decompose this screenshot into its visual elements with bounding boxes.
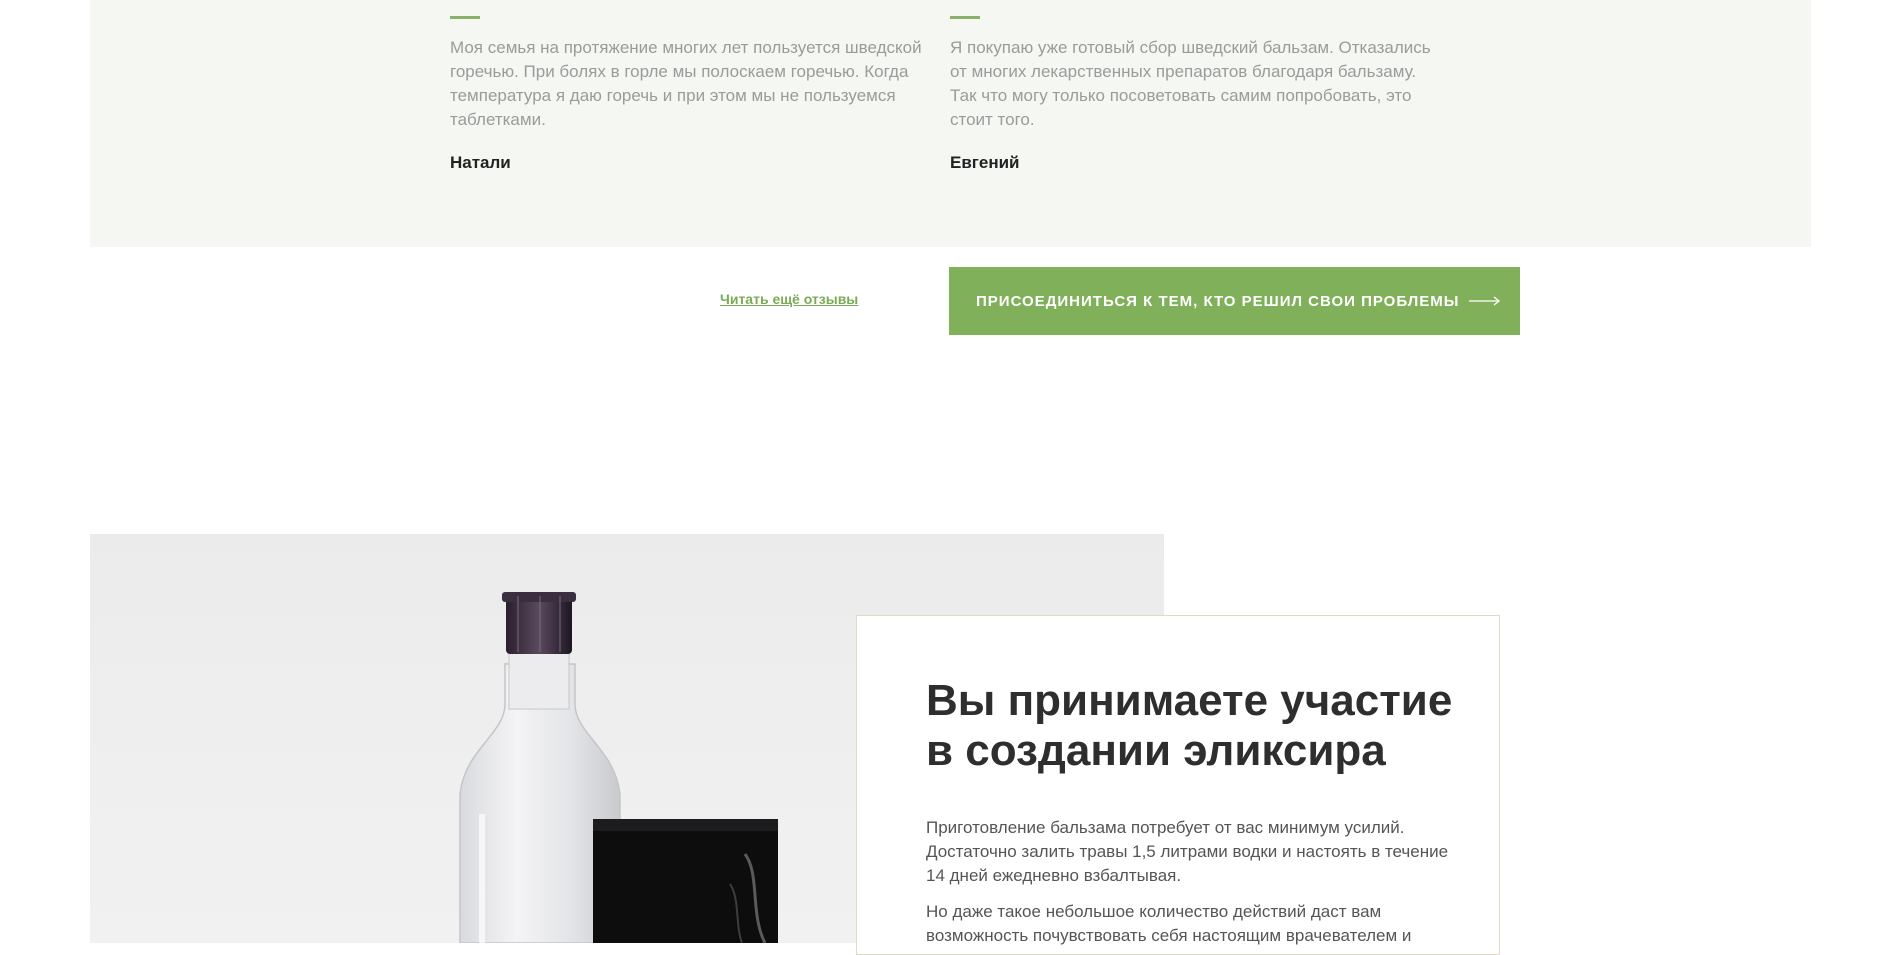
review-accent-line <box>450 16 480 19</box>
reviews-section: Моя семья на протяжение многих лет польз… <box>90 0 1811 247</box>
elixir-heading: Вы принимаете участие в создании эликсир… <box>926 676 1453 775</box>
read-more-reviews-link[interactable]: Читать ещё отзывы <box>720 291 858 307</box>
join-button[interactable]: ПРИСОЕДИНИТЬСЯ К ТЕМ, КТО РЕШИЛ СВОИ ПРО… <box>949 267 1520 335</box>
review-author: Евгений <box>950 153 1020 172</box>
elixir-paragraph: Но даже такое небольшое количество дейст… <box>926 902 1412 945</box>
long-arrow-right-icon <box>1469 296 1501 306</box>
review-text: Моя семья на протяжение многих лет польз… <box>450 38 922 129</box>
review-accent-line <box>950 16 980 19</box>
elixir-info-card: Вы принимаете участие в создании эликсир… <box>856 615 1500 955</box>
join-button-label: ПРИСОЕДИНИТЬСЯ К ТЕМ, КТО РЕШИЛ СВОИ ПРО… <box>976 292 1460 310</box>
review-text: Я покупаю уже готовый сбор шведский баль… <box>950 38 1431 129</box>
review-author: Натали <box>450 153 511 172</box>
elixir-paragraph: Приготовление бальзама потребует от вас … <box>926 818 1449 885</box>
